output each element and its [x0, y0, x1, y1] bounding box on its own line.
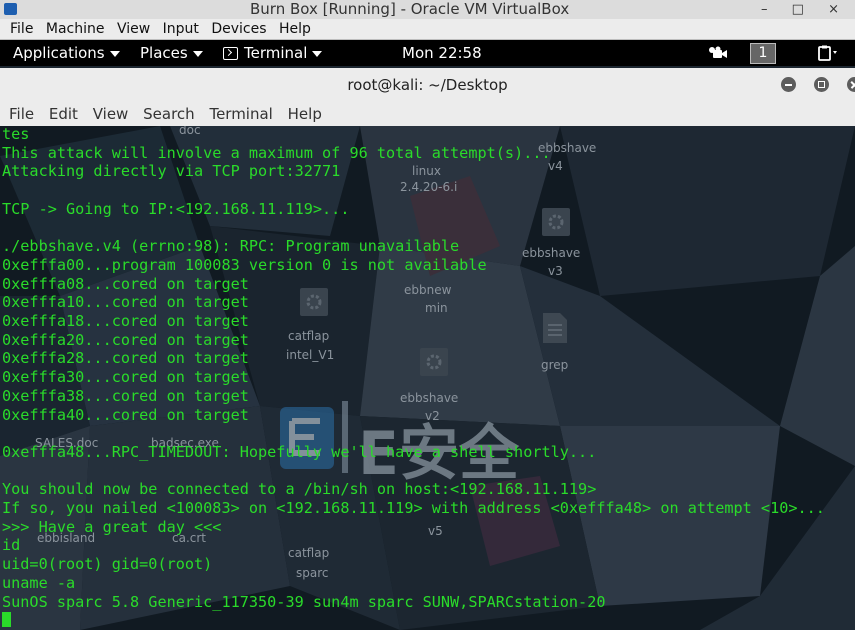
- vbox-menu-input[interactable]: Input: [159, 19, 203, 39]
- terminal-line: id: [2, 536, 21, 555]
- terminal-cursor: [2, 612, 11, 628]
- vbox-window-title: Burn Box [Running] - Oracle VM VirtualBo…: [250, 0, 570, 18]
- vbox-menubar: File Machine View Input Devices Help: [0, 19, 855, 40]
- terminal-line: 0xefffa48...RPC_TIMEDOUT: Hopefully we'l…: [2, 442, 597, 461]
- clipboard-icon[interactable]: [817, 45, 841, 61]
- terminal-line: 0xefffa20...cored on target: [2, 330, 249, 349]
- vbox-menu-help[interactable]: Help: [275, 19, 315, 39]
- terminal-line: 0xefffa00...program 100083 version 0 is …: [2, 255, 487, 274]
- term-menu-terminal[interactable]: Terminal: [204, 102, 277, 126]
- terminal-line: TCP -> Going to IP:<192.168.11.119>...: [2, 199, 350, 218]
- terminal-app-menu[interactable]: Terminal: [223, 40, 323, 66]
- terminal-line: tes: [2, 126, 30, 143]
- vbox-menu-file[interactable]: File: [0, 19, 37, 39]
- applications-label: Applications: [13, 44, 105, 62]
- vbox-menu-devices[interactable]: Devices: [207, 19, 270, 39]
- terminal-titlebar[interactable]: root@kali: ~/Desktop: [0, 68, 855, 102]
- terminal-line: 0xefffa10...cored on target: [2, 293, 249, 312]
- clock[interactable]: Mon 22:58: [402, 40, 482, 66]
- vbox-titlebar: Burn Box [Running] - Oracle VM VirtualBo…: [0, 0, 855, 19]
- terminal-line: This attack will involve a maximum of 96…: [2, 143, 551, 162]
- terminal-line: uname -a: [2, 573, 76, 592]
- terminal-app-label: Terminal: [244, 44, 308, 62]
- terminal-line: 0xefffa18...cored on target: [2, 312, 249, 331]
- chevron-down-icon: [312, 50, 323, 57]
- terminal-menubar: File Edit View Search Terminal Help: [0, 102, 855, 126]
- gnome-top-panel: Applications Places Terminal Mon 22:58 1: [0, 40, 855, 66]
- chevron-down-icon: [192, 50, 203, 57]
- places-menu[interactable]: Places: [140, 40, 203, 66]
- terminal-line: 0xefffa08...cored on target: [2, 274, 249, 293]
- terminal-area[interactable]: doc ebbshave v4 linux 2.4.20-6.i ebbshav…: [0, 126, 855, 630]
- terminal-line: 0xefffa30...cored on target: [2, 368, 249, 387]
- vbox-menu-machine[interactable]: Machine: [42, 19, 109, 39]
- workspace-indicator[interactable]: 1: [750, 43, 776, 64]
- term-menu-help[interactable]: Help: [283, 102, 327, 126]
- terminal-line: 0xefffa28...cored on target: [2, 349, 249, 368]
- terminal-line: You should now be connected to a /bin/sh…: [2, 480, 597, 499]
- term-menu-view[interactable]: View: [88, 102, 134, 126]
- vbox-menu-view[interactable]: View: [113, 19, 154, 39]
- close-icon[interactable]: [847, 77, 855, 92]
- virtualbox-icon: [4, 3, 17, 15]
- term-menu-search[interactable]: Search: [138, 102, 200, 126]
- terminal-line: 0xefffa40...cored on target: [2, 405, 249, 424]
- places-label: Places: [140, 44, 188, 62]
- term-menu-file[interactable]: File: [0, 102, 39, 126]
- vbox-window-controls[interactable]: – □ ×: [761, 0, 849, 19]
- terminal-line: If so, you nailed <100083> on <192.168.1…: [2, 499, 825, 518]
- terminal-line: Attacking directly via TCP port:32771: [2, 162, 341, 181]
- terminal-line: ./ebbshave.v4 (errno:98): RPC: Program u…: [2, 237, 460, 256]
- chevron-down-icon: [109, 50, 120, 57]
- maximize-icon[interactable]: [814, 77, 829, 92]
- applications-menu[interactable]: Applications: [13, 40, 120, 66]
- video-camera-icon[interactable]: [708, 46, 728, 60]
- terminal-output: tes This attack will involve a maximum o…: [2, 126, 825, 630]
- terminal-line: 0xefffa38...cored on target: [2, 386, 249, 405]
- minimize-icon[interactable]: [781, 77, 796, 92]
- terminal-icon: [223, 47, 238, 60]
- terminal-line: SunOS sparc 5.8 Generic_117350-39 sun4m …: [2, 592, 606, 611]
- terminal-window-title: root@kali: ~/Desktop: [347, 76, 508, 94]
- terminal-window: root@kali: ~/Desktop File Edit View Sear…: [0, 68, 855, 630]
- terminal-line: >>> Have a great day <<<: [2, 517, 222, 536]
- term-menu-edit[interactable]: Edit: [44, 102, 83, 126]
- terminal-line: uid=0(root) gid=0(root): [2, 555, 213, 574]
